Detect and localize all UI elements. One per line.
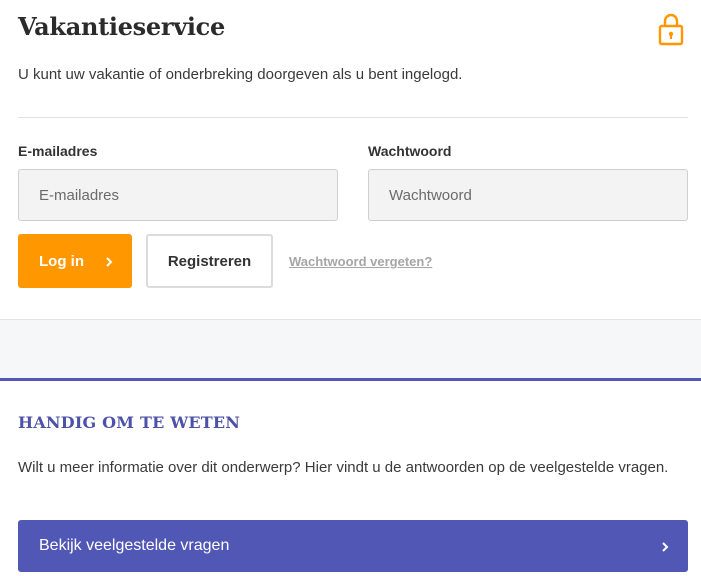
password-label: Wachtwoord (368, 143, 452, 159)
forgot-password-link[interactable]: Wachtwoord vergeten? (289, 254, 432, 269)
faq-section: HANDIG OM TE WETEN Wilt u meer informati… (0, 378, 701, 576)
login-button-label: Log in (39, 252, 84, 270)
intro-text: U kunt uw vakantie of onderbreking doorg… (18, 66, 463, 83)
faq-text: Wilt u meer informatie over dit onderwer… (18, 459, 669, 476)
faq-button-label: Bekijk veelgestelde vragen (39, 537, 230, 554)
lock-icon (658, 12, 684, 46)
login-button[interactable]: Log in (18, 234, 132, 288)
email-field[interactable] (18, 169, 338, 221)
page-title: Vakantieservice (18, 12, 225, 41)
email-label: E-mailadres (18, 143, 98, 159)
login-card: Vakantieservice U kunt uw vakantie of on… (0, 0, 701, 319)
faq-heading: HANDIG OM TE WETEN (18, 413, 241, 432)
divider (18, 117, 688, 118)
password-field[interactable] (368, 169, 688, 221)
separator-band (0, 319, 701, 379)
chevron-right-icon (104, 255, 114, 267)
faq-button[interactable]: Bekijk veelgestelde vragen (18, 520, 688, 572)
chevron-right-icon (660, 540, 670, 552)
register-button[interactable]: Registreren (146, 234, 273, 288)
